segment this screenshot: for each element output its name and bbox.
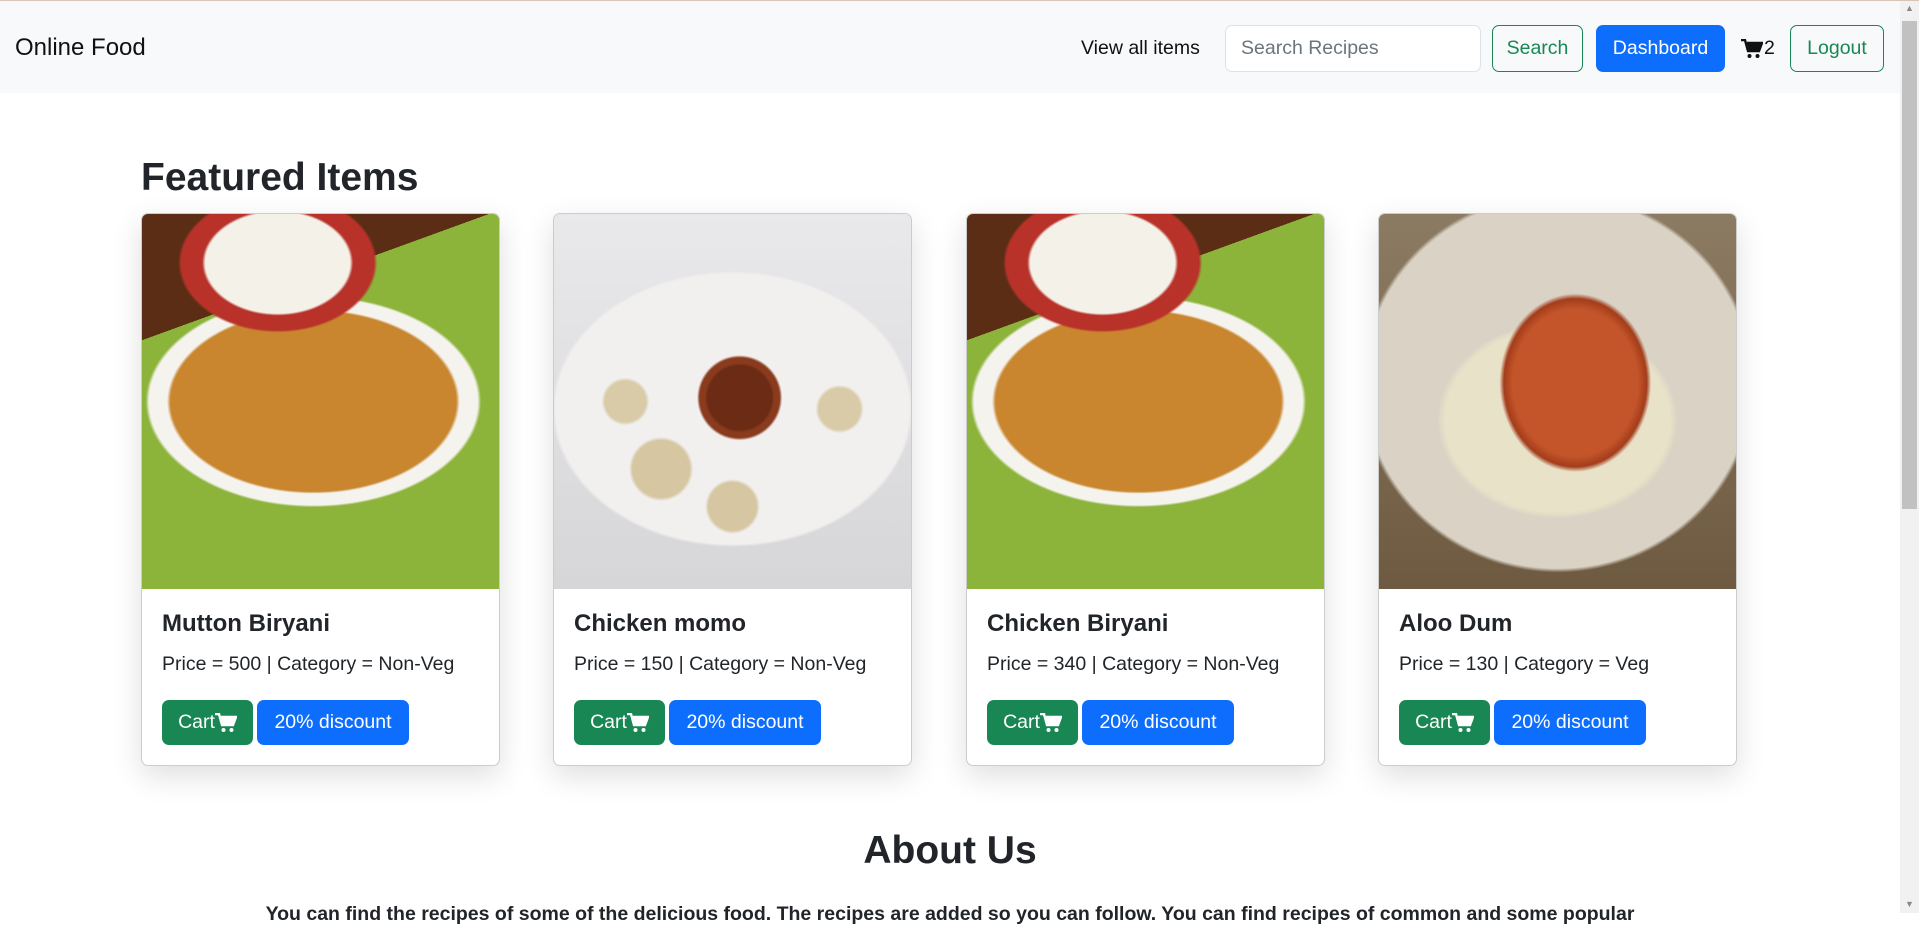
discount-button[interactable]: 20% discount [1082,700,1234,745]
cart-label: Cart [1003,711,1040,733]
product-card: Chicken Biryani Price = 340 | Category =… [966,213,1325,766]
product-name: Chicken momo [574,610,747,637]
add-to-cart-button[interactable]: Cart [987,700,1078,745]
cart-icon [1741,38,1763,58]
product-card: Chicken momo Price = 150 | Category = No… [553,213,912,766]
product-name: Mutton Biryani [162,610,330,637]
search-input[interactable] [1225,25,1481,72]
add-to-cart-button[interactable]: Cart [162,700,253,745]
scrollbar[interactable]: ▲ ▼ [1900,1,1919,913]
cart-icon [626,712,649,732]
add-to-cart-button[interactable]: Cart [574,700,665,745]
product-details: Price = 340 | Category = Non-Veg [987,653,1280,675]
product-name: Aloo Dum [1399,610,1513,637]
cart-count: 2 [1764,37,1775,59]
cart-link[interactable]: 2 [1741,37,1775,60]
scroll-down-icon[interactable]: ▼ [1905,899,1914,909]
dashboard-button[interactable]: Dashboard [1596,25,1725,72]
about-heading: About Us [863,829,1037,872]
product-name: Chicken Biryani [987,610,1169,637]
brand-logo[interactable]: Online Food [15,34,146,62]
navbar: Online Food View all items Search Dashbo… [0,1,1900,93]
about-text: You can find the recipes of some of the … [265,903,1635,925]
cart-label: Cart [1415,711,1452,733]
product-image [142,214,499,589]
cart-icon [1039,712,1062,732]
discount-button[interactable]: 20% discount [669,700,821,745]
product-details: Price = 500 | Category = Non-Veg [162,653,455,675]
add-to-cart-button[interactable]: Cart [1399,700,1490,745]
scroll-up-icon[interactable]: ▲ [1905,3,1914,13]
cart-icon [1451,712,1474,732]
cart-label: Cart [590,711,627,733]
product-card: Aloo Dum Price = 130 | Category = Veg Ca… [1378,213,1737,766]
cart-icon [214,712,237,732]
product-card: Mutton Biryani Price = 500 | Category = … [141,213,500,766]
product-details: Price = 150 | Category = Non-Veg [574,653,867,675]
logout-button[interactable]: Logout [1790,25,1884,72]
search-button[interactable]: Search [1492,25,1583,72]
product-details: Price = 130 | Category = Veg [1399,653,1650,675]
product-image [554,214,911,589]
discount-button[interactable]: 20% discount [257,700,409,745]
scrollbar-thumb[interactable] [1902,21,1917,509]
cart-label: Cart [178,711,215,733]
discount-button[interactable]: 20% discount [1494,700,1646,745]
view-all-items-link[interactable]: View all items [1081,37,1200,60]
featured-heading: Featured Items [141,156,419,199]
product-image [967,214,1324,589]
product-image [1379,214,1736,589]
